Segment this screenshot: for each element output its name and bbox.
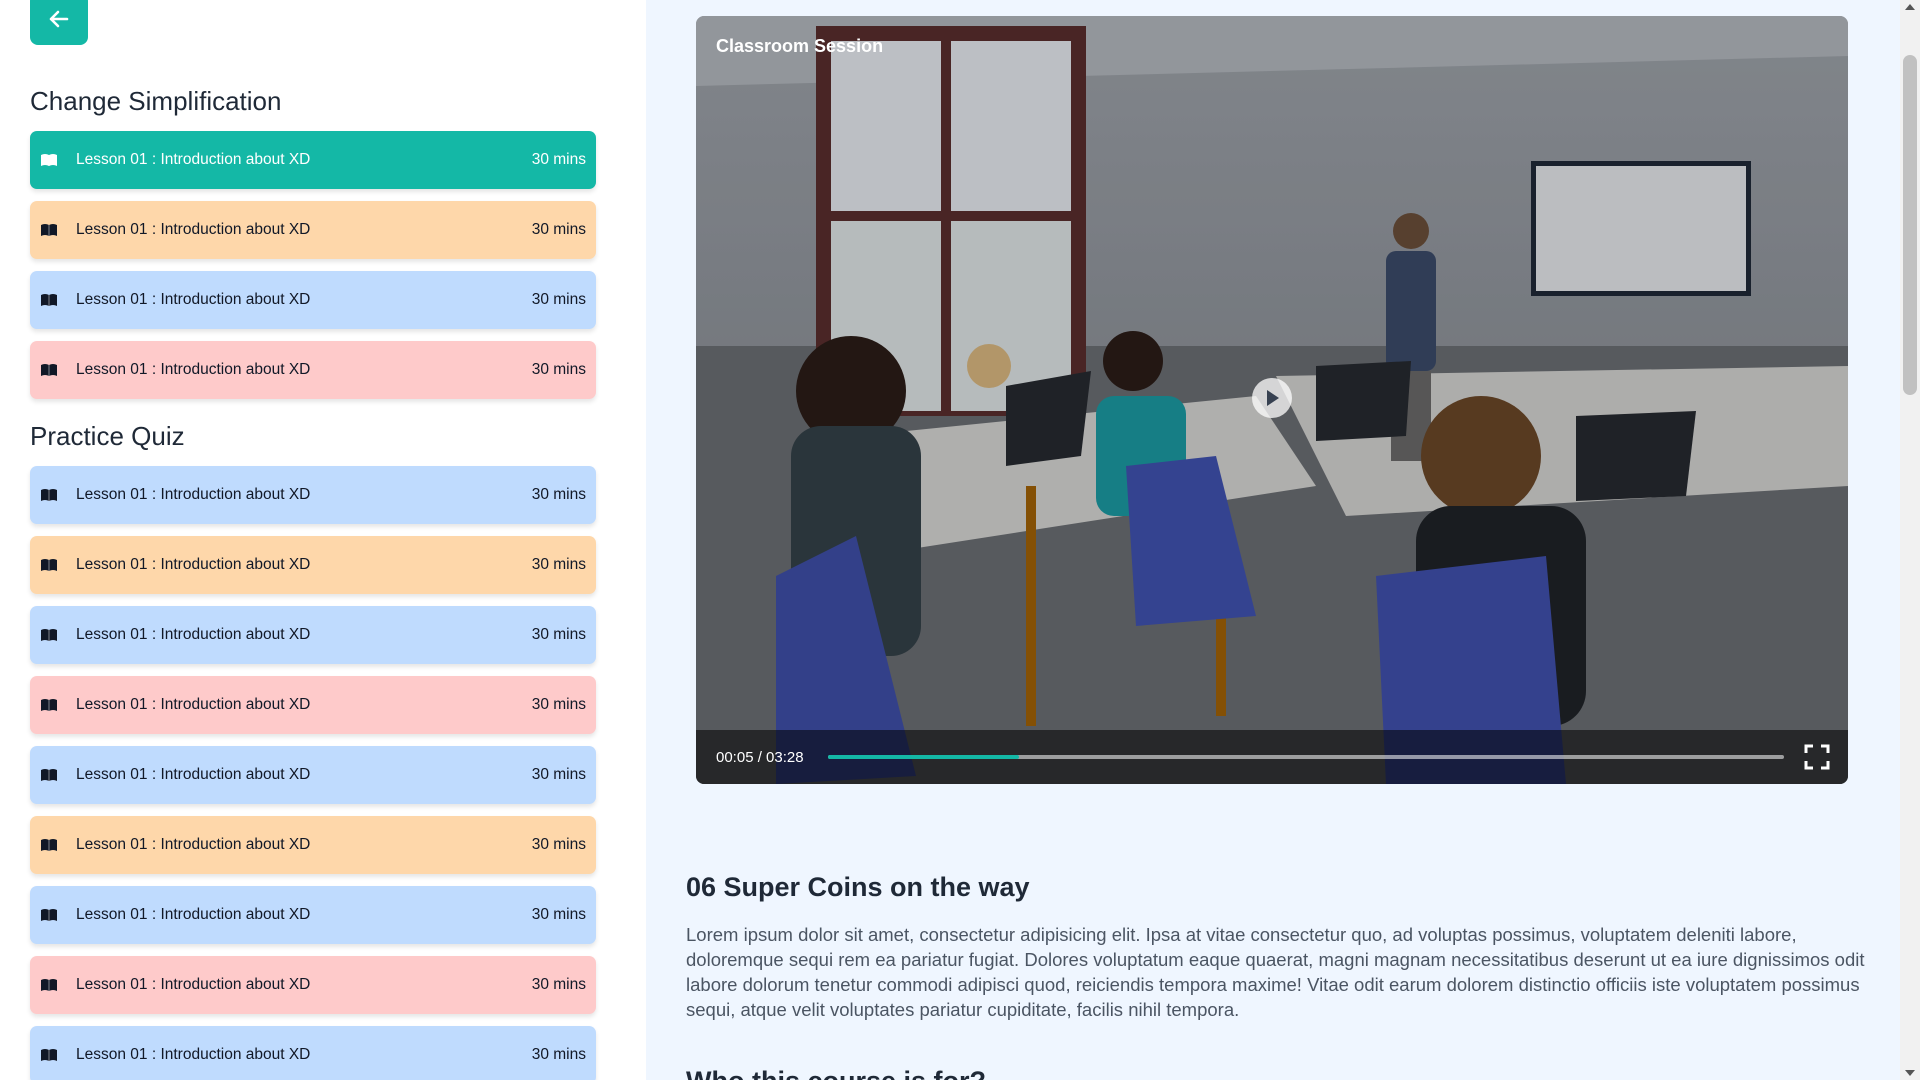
course-description: Lorem ipsum dolor sit amet, consectetur … [686,924,1865,1020]
lesson-label: Lesson 01 : Introduction about XD [76,486,311,503]
lesson-item[interactable]: Lesson 01 : Introduction about XD 30 mins [30,606,596,664]
video-title: Classroom Session [716,36,884,56]
video-time: 00:05 / 03:28 [716,748,804,766]
book-open-icon [40,488,58,502]
book-open-icon [40,558,58,572]
audience-heading: Who this course is for? [686,1066,986,1080]
book-open-icon [40,363,58,377]
lesson-label: Lesson 01 : Introduction about XD [76,291,311,308]
lesson-duration: 30 mins [531,361,586,378]
lesson-item[interactable]: Lesson 01 : Introduction about XD 30 mins [30,676,596,734]
lesson-duration: 30 mins [531,291,586,308]
lesson-duration: 30 mins [531,221,586,238]
lesson-duration: 30 mins [531,486,586,503]
scroll-down-arrow-icon[interactable] [1905,1070,1915,1076]
video-controls: 00:05 / 03:28 [696,730,1848,784]
lesson-item[interactable]: Lesson 01 : Introduction about XD 30 mins [30,816,596,874]
book-open-icon [40,223,58,237]
play-button[interactable] [1252,378,1292,418]
lesson-label: Lesson 01 : Introduction about XD [76,766,311,783]
lesson-duration: 30 mins [531,906,586,923]
lesson-item[interactable]: Lesson 01 : Introduction about XD 30 mins [30,536,596,594]
lesson-item[interactable]: Lesson 01 : Introduction about XD 30 mins [30,746,596,804]
back-button[interactable] [30,0,88,45]
scroll-up-arrow-icon[interactable] [1905,4,1915,10]
lesson-label: Lesson 01 : Introduction about XD [76,361,311,378]
lesson-duration: 30 mins [531,766,586,783]
lesson-label: Lesson 01 : Introduction about XD [76,1046,311,1063]
fullscreen-icon[interactable] [1804,744,1830,770]
video-player[interactable]: Classroom Session 00:05 / 03:28 [696,16,1848,784]
book-open-icon [40,293,58,307]
section-title-practice-quiz: Practice Quiz [30,421,185,451]
play-icon [1267,390,1279,406]
lesson-label: Lesson 01 : Introduction about XD [76,151,311,168]
lesson-item[interactable]: Lesson 01 : Introduction about XD 30 mins [30,341,596,399]
lesson-duration: 30 mins [531,1046,586,1063]
video-progress-fill [828,755,1020,759]
lesson-label: Lesson 01 : Introduction about XD [76,556,311,573]
lesson-sidebar: Change Simplification Lesson 01 : Introd… [0,0,646,1080]
book-open-icon [40,628,58,642]
arrow-left-icon [49,10,69,28]
lesson-item[interactable]: Lesson 01 : Introduction about XD 30 mins [30,131,596,189]
scroll-thumb[interactable] [1903,55,1917,395]
lesson-item[interactable]: Lesson 01 : Introduction about XD 30 mins [30,1026,596,1080]
book-open-icon [40,153,58,167]
lesson-duration: 30 mins [531,976,586,993]
lesson-label: Lesson 01 : Introduction about XD [76,836,311,853]
lesson-item[interactable]: Lesson 01 : Introduction about XD 30 mins [30,201,596,259]
book-open-icon [40,908,58,922]
section-title-change-simplification: Change Simplification [30,86,282,116]
book-open-icon [40,978,58,992]
lesson-duration: 30 mins [531,696,586,713]
book-open-icon [40,698,58,712]
lesson-label: Lesson 01 : Introduction about XD [76,906,311,923]
lesson-duration: 30 mins [531,556,586,573]
book-open-icon [40,1048,58,1062]
main-content: Classroom Session 00:05 / 03:28 06 Super… [646,0,1900,1080]
book-open-icon [40,768,58,782]
lesson-label: Lesson 01 : Introduction about XD [76,696,311,713]
lesson-item[interactable]: Lesson 01 : Introduction about XD 30 mins [30,956,596,1014]
lesson-item[interactable]: Lesson 01 : Introduction about XD 30 mins [30,466,596,524]
lesson-label: Lesson 01 : Introduction about XD [76,626,311,643]
page-scrollbar[interactable] [1900,0,1920,1080]
lesson-duration: 30 mins [531,626,586,643]
lesson-duration: 30 mins [531,836,586,853]
lesson-item[interactable]: Lesson 01 : Introduction about XD 30 mins [30,886,596,944]
course-heading: 06 Super Coins on the way [686,872,1030,902]
video-progress-bar[interactable] [828,755,1784,759]
lesson-label: Lesson 01 : Introduction about XD [76,221,311,238]
lesson-label: Lesson 01 : Introduction about XD [76,976,311,993]
lesson-item[interactable]: Lesson 01 : Introduction about XD 30 mins [30,271,596,329]
lesson-duration: 30 mins [531,151,586,168]
book-open-icon [40,838,58,852]
